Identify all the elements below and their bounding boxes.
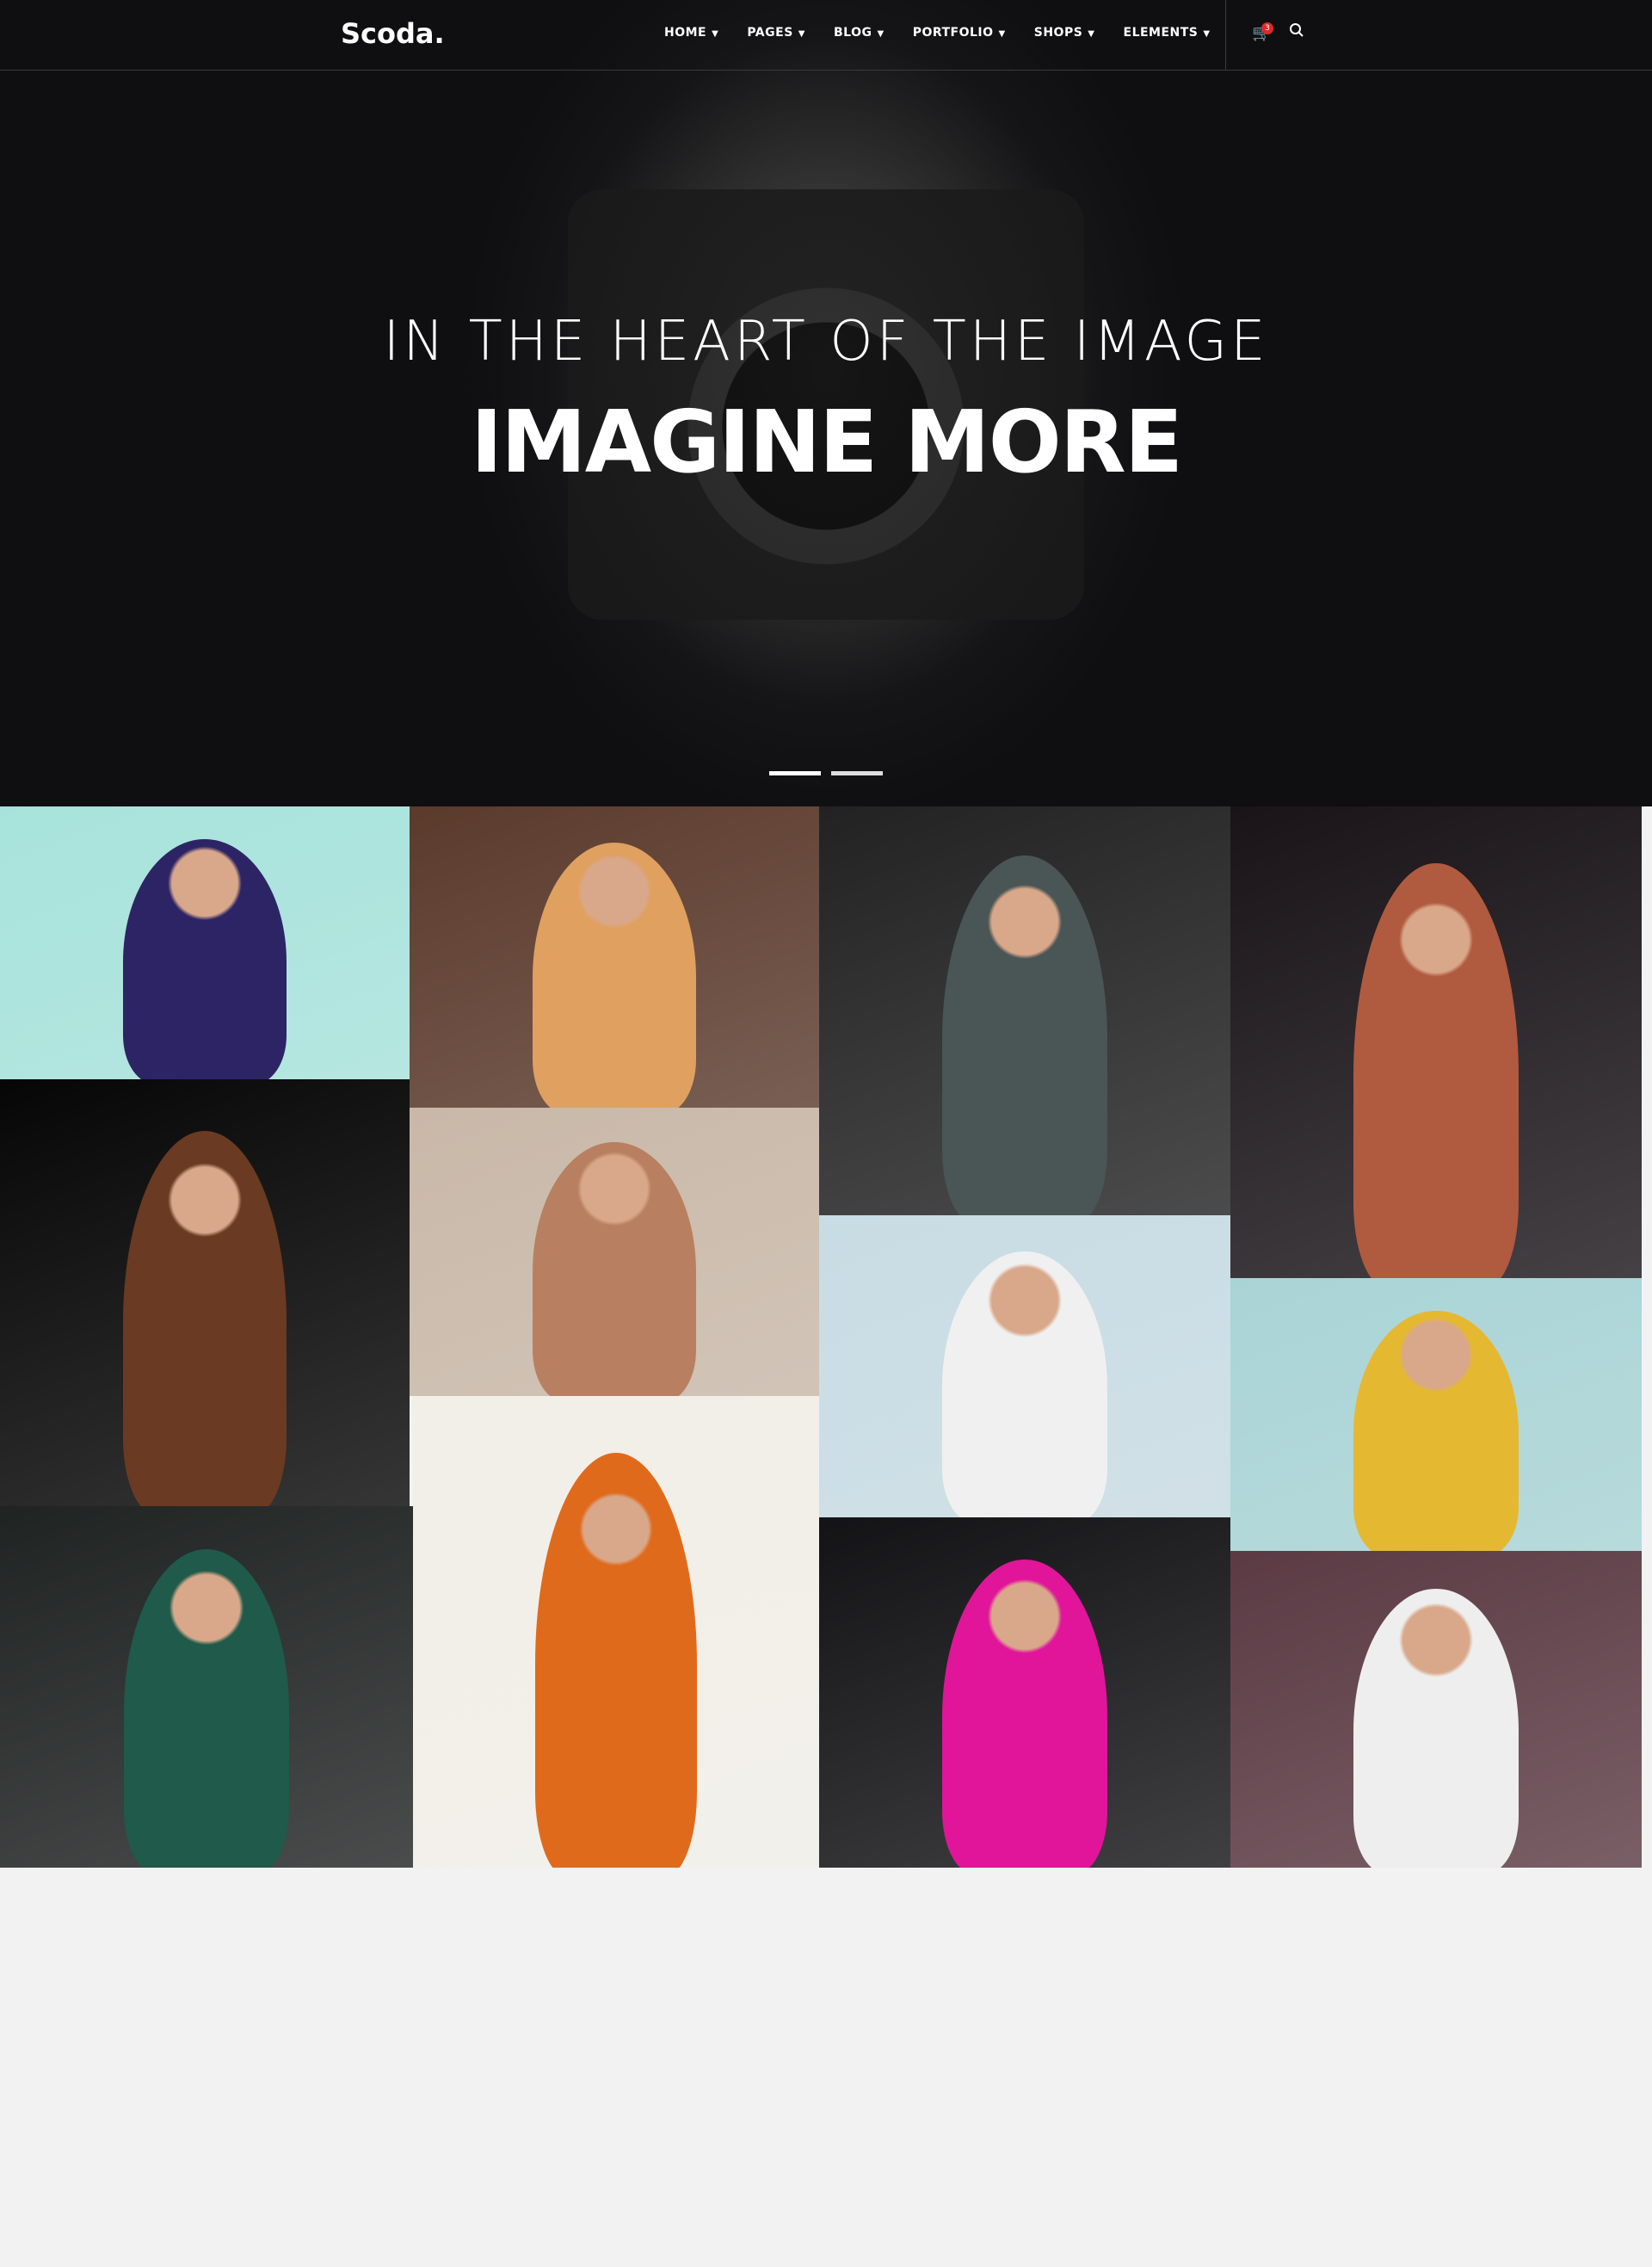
header-divider (1225, 0, 1226, 71)
nav-label: PAGES (747, 26, 793, 40)
gallery-image-man-sound-guy-shirt[interactable] (819, 1215, 1230, 1517)
nav-label: ELEMENTS (1123, 26, 1199, 40)
person-figure (534, 1452, 698, 1868)
gallery-image-woman-pink-dress[interactable] (819, 1517, 1230, 1868)
gallery-image-woman-sweater[interactable] (410, 1108, 819, 1396)
person-figure (532, 843, 697, 1108)
slider-dot-2[interactable] (831, 771, 883, 775)
person-figure (532, 1142, 697, 1396)
main-nav: HOME ▼ PAGES ▼ BLOG ▼ PORTFOLIO ▼ SHOPS ▼ ELE… (664, 26, 1239, 40)
chevron-down-icon: ▼ (712, 29, 719, 39)
gallery-image-man-glasses-dark[interactable] (819, 806, 1230, 1215)
nav-label: HOME (664, 26, 707, 40)
nav-shops[interactable]: SHOPS ▼ (1034, 26, 1095, 40)
gallery-image-man-orange-chair[interactable] (413, 1396, 819, 1868)
person-figure (122, 839, 287, 1079)
person-figure (1353, 1589, 1519, 1868)
person-figure (124, 1549, 289, 1868)
person-figure (122, 1130, 287, 1506)
hero-subtitle: IN THE HEART OF THE IMAGE (383, 310, 1269, 374)
chevron-down-icon: ▼ (1088, 29, 1095, 39)
person-figure (942, 856, 1107, 1215)
search-icon[interactable] (1289, 22, 1304, 38)
nav-pages[interactable]: PAGES ▼ (747, 26, 805, 40)
chevron-down-icon: ▼ (998, 29, 1006, 39)
gallery-image-woman-white-dress-forest[interactable] (1230, 1551, 1642, 1868)
gallery-image-woman-red-hair-brick[interactable] (410, 806, 819, 1108)
person-figure (942, 1251, 1107, 1517)
hero-title: IMAGINE MORE (470, 392, 1183, 492)
gallery-image-bearded-man[interactable] (0, 1079, 410, 1506)
gallery-image-woman-yellow-shirt[interactable] (1230, 1278, 1642, 1551)
nav-label: SHOPS (1033, 26, 1083, 40)
nav-home[interactable]: HOME ▼ (664, 26, 718, 40)
nav-portfolio[interactable]: PORTFOLIO ▼ (913, 26, 1006, 40)
nav-blog[interactable]: BLOG ▼ (834, 26, 885, 40)
cart-count-badge: 3 (1261, 22, 1273, 34)
person-figure (1353, 862, 1519, 1278)
hero-slider: IN THE HEART OF THE IMAGE IMAGINE MORE (0, 0, 1652, 806)
gallery-image-woman-face-paint[interactable] (0, 1506, 413, 1868)
chevron-down-icon: ▼ (877, 29, 885, 39)
person-figure (1353, 1311, 1519, 1551)
nav-label: PORTFOLIO (912, 26, 994, 40)
gallery-image-woman-lace-dress[interactable] (0, 806, 410, 1079)
chevron-down-icon: ▼ (1203, 29, 1211, 39)
gallery-image-woman-neon-sunglasses[interactable] (1230, 806, 1642, 1278)
nav-elements[interactable]: ELEMENTS ▼ (1124, 26, 1211, 40)
chevron-down-icon: ▼ (798, 29, 805, 39)
site-header: Scoda. HOME ▼ PAGES ▼ BLOG ▼ PORTFOLIO ▼ SHO… (0, 0, 1652, 71)
slider-dot-1[interactable] (769, 771, 821, 775)
nav-label: BLOG (833, 26, 872, 40)
logo[interactable]: Scoda. (341, 17, 445, 50)
person-figure (942, 1559, 1107, 1868)
